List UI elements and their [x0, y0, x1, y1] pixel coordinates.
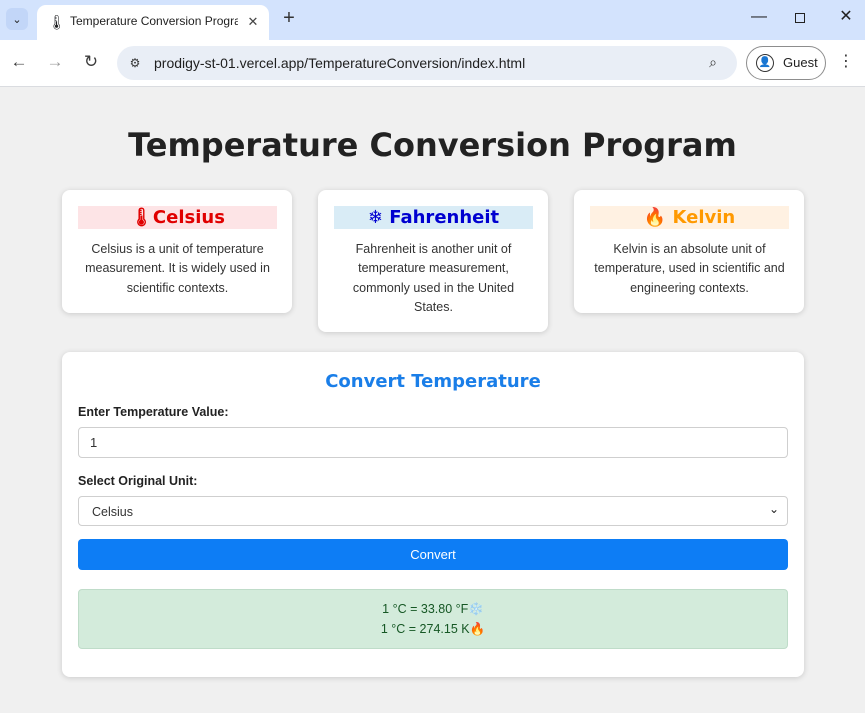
chevron-down-icon: ⌄: [769, 502, 780, 516]
unit-select-value: Celsius: [92, 505, 133, 519]
more-menu-icon[interactable]: ⋮: [836, 51, 856, 73]
fahrenheit-title: Fahrenheit: [389, 207, 500, 228]
celsius-heading: 🌡Celsius: [78, 206, 277, 229]
close-tab-icon[interactable]: ✕: [244, 13, 262, 31]
value-label: Enter Temperature Value:: [78, 405, 229, 419]
profile-button[interactable]: 👤 Guest: [746, 46, 826, 80]
profile-icon: 👤: [756, 54, 774, 72]
maximize-icon: [795, 13, 805, 23]
celsius-card: 🌡Celsius Celsius is a unit of temperatur…: [62, 190, 292, 313]
tab-strip: ⌄ 🌡 Temperature Conversion Program ✕ + —…: [0, 0, 865, 40]
new-tab-button[interactable]: +: [279, 8, 299, 30]
zoom-icon[interactable]: ⌕: [703, 52, 723, 72]
fahrenheit-heading: ❄ Fahrenheit: [334, 206, 533, 229]
address-bar[interactable]: ⚙ prodigy-st-01.vercel.app/TemperatureCo…: [117, 46, 737, 80]
maximize-button[interactable]: [789, 8, 811, 30]
close-window-button[interactable]: ✕: [835, 6, 857, 28]
converter-panel: Convert Temperature Enter Temperature Va…: [62, 352, 804, 677]
temperature-input[interactable]: [78, 427, 788, 458]
back-button[interactable]: ←: [8, 51, 30, 73]
reload-button[interactable]: ↻: [80, 51, 102, 73]
site-info-icon[interactable]: ⚙: [125, 53, 145, 73]
url-text[interactable]: prodigy-st-01.vercel.app/TemperatureConv…: [154, 55, 525, 71]
thermometer-icon: 🌡: [130, 207, 153, 228]
fahrenheit-result: 1 °C = 33.80 °F❄️: [382, 602, 484, 616]
browser-toolbar: ← → ↻ ⚙ prodigy-st-01.vercel.app/Tempera…: [0, 40, 865, 87]
kelvin-title: Kelvin: [672, 207, 736, 228]
forward-button[interactable]: →: [44, 51, 66, 73]
fahrenheit-card: ❄ Fahrenheit Fahrenheit is another unit …: [318, 190, 548, 332]
unit-label: Select Original Unit:: [78, 474, 198, 488]
page-title: Temperature Conversion Program: [128, 126, 737, 164]
result-box: 1 °C = 33.80 °F❄️ 1 °C = 274.15 K🔥: [78, 589, 788, 649]
convert-button[interactable]: Convert: [78, 539, 788, 570]
active-tab[interactable]: 🌡 Temperature Conversion Program ✕: [37, 5, 269, 40]
chevron-down-icon: ⌄: [12, 13, 22, 26]
fahrenheit-description: Fahrenheit is another unit of temperatur…: [352, 242, 515, 314]
kelvin-heading: 🔥 Kelvin: [590, 206, 789, 229]
tab-search-button[interactable]: ⌄: [6, 8, 28, 30]
kelvin-description: Kelvin is an absolute unit of temperatur…: [594, 242, 785, 295]
snowflake-icon: ❄: [367, 207, 383, 228]
fire-icon: 🔥: [643, 207, 667, 228]
thermometer-icon: 🌡: [48, 14, 66, 30]
profile-label: Guest: [783, 55, 818, 70]
celsius-description: Celsius is a unit of temperature measure…: [85, 242, 270, 295]
kelvin-result: 1 °C = 274.15 K🔥: [380, 622, 486, 636]
kelvin-card: 🔥 Kelvin Kelvin is an absolute unit of t…: [574, 190, 804, 313]
celsius-title: Celsius: [152, 207, 225, 228]
converter-title: Convert Temperature: [325, 371, 541, 392]
tab-title: Temperature Conversion Program: [70, 14, 238, 28]
minimize-button[interactable]: —: [748, 8, 770, 30]
unit-select[interactable]: Celsius ⌄: [78, 496, 788, 526]
